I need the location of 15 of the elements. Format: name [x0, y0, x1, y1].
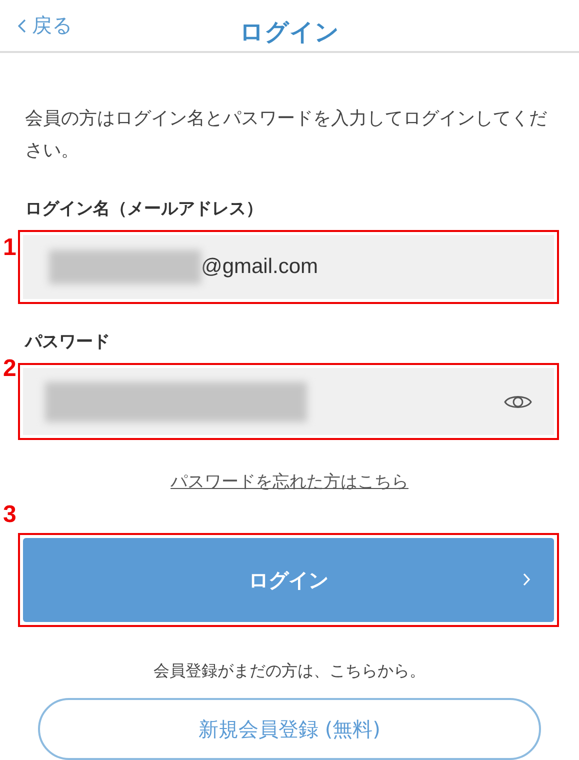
register-note: 会員登録がまだの方は、こちらから。 — [154, 661, 426, 682]
field-label: ログイン名（メールアドレス） — [25, 198, 264, 220]
email-field[interactable]: @gmail.com — [23, 235, 554, 299]
login-button[interactable]: ログイン — [23, 538, 554, 622]
annotation-number: 1 — [3, 234, 16, 262]
back-link[interactable]: 戻る — [18, 0, 72, 51]
chevron-right-icon — [523, 573, 530, 586]
intro-text: 会員の方はログイン名とパスワードを入力してログインしてください。 — [25, 107, 548, 163]
forgot-password-link[interactable]: パスワードを忘れた方はこちら — [170, 470, 408, 493]
page-title: ログイン — [240, 16, 340, 48]
register-button[interactable]: 新規会員登録 (無料) — [38, 698, 541, 760]
chevron-left-icon — [18, 18, 26, 32]
annotation-number: 3 — [3, 501, 16, 529]
field-label: パスワード — [25, 331, 111, 353]
annotation-number: 2 — [3, 355, 16, 383]
